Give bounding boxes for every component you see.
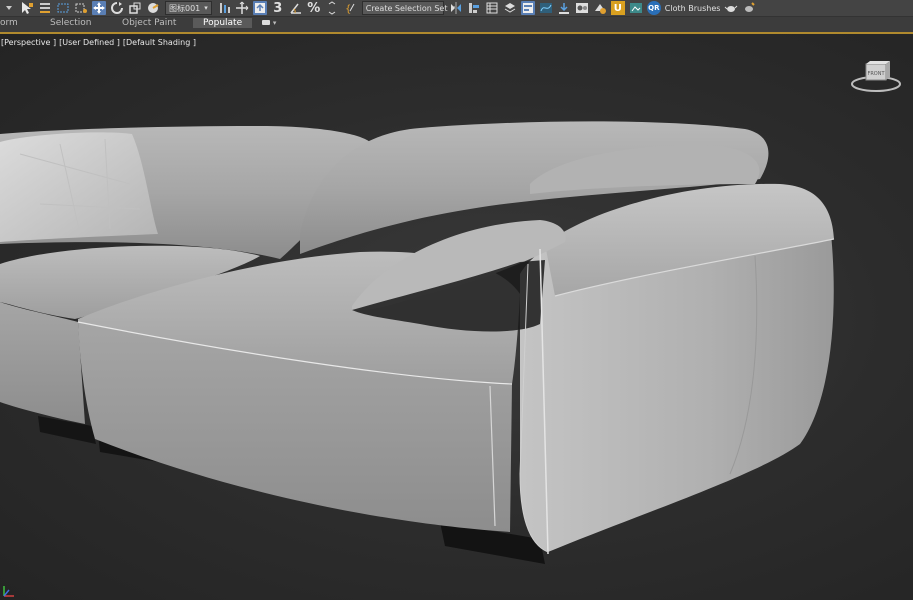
chevron-down-icon: ▾	[272, 19, 277, 27]
render-frame-icon[interactable]	[629, 1, 643, 15]
named-selection-value: 图标001	[169, 3, 201, 13]
chevron-down-icon: ▾	[204, 4, 208, 12]
axis-tripod-icon	[3, 586, 14, 597]
perspective-viewport[interactable]: [Perspective ] [User Defined ] [Default Sh…	[0, 34, 913, 600]
mirror-icon[interactable]	[449, 1, 463, 15]
cloth-brushes-label: Cloth Brushes	[664, 3, 721, 13]
u-plugin-icon[interactable]: U	[610, 1, 625, 15]
angle-snap-icon[interactable]	[289, 1, 303, 15]
render-setup-icon[interactable]	[593, 1, 607, 15]
window-crossing-icon[interactable]	[74, 1, 88, 15]
create-selection-set-label: Create Selection Set	[365, 3, 448, 13]
region-select-icon[interactable]	[56, 1, 70, 15]
scene-explorer-icon[interactable]	[485, 1, 499, 15]
snap-label: 3	[273, 0, 283, 16]
select-object-icon[interactable]	[20, 1, 34, 15]
qr-label: QR	[648, 4, 660, 12]
edit-named-selection-icon[interactable]: {	[343, 1, 357, 15]
select-manipulate-icon[interactable]	[235, 1, 249, 15]
keyboard-shortcut-override-icon[interactable]	[252, 1, 267, 15]
tab-freeform[interactable]: orm	[0, 18, 18, 28]
ribbon-options-button[interactable]: ▾	[262, 18, 276, 28]
u-label: U	[613, 2, 622, 14]
percent-label: %	[307, 0, 321, 16]
teapot-render-icon[interactable]	[724, 1, 738, 15]
create-selection-set-dropdown[interactable]: Create Selection Set▾	[361, 1, 455, 15]
qr-plugin-icon[interactable]: QR	[646, 1, 661, 15]
select-caret[interactable]	[2, 1, 16, 15]
snaps-toggle-icon[interactable]: 3	[271, 0, 285, 16]
ribbon-options-icon	[262, 20, 270, 25]
select-by-name-icon[interactable]	[38, 1, 52, 15]
tab-populate[interactable]: Populate	[193, 18, 253, 28]
layer-explorer-icon[interactable]	[503, 1, 517, 15]
curve-editor-icon[interactable]	[539, 1, 553, 15]
tab-selection[interactable]: Selection	[50, 18, 91, 28]
ribbon-tab-bar: orm Selection Object Paint Populate ▾	[0, 17, 913, 32]
viewcube-face-label[interactable]: FRONT	[867, 71, 885, 77]
cloth-brushes-button[interactable]: Cloth Brushes	[665, 1, 721, 15]
spinner-snap-icon[interactable]	[325, 1, 339, 15]
sofa-model[interactable]	[0, 34, 913, 600]
move-icon[interactable]	[92, 1, 106, 15]
ribbon-toggle-icon[interactable]	[520, 1, 535, 15]
material-editor-icon[interactable]	[575, 1, 589, 15]
reference-coordinate-dropdown[interactable]: 图标001 ▾	[165, 1, 212, 15]
scale-icon[interactable]	[128, 1, 142, 15]
align-icon[interactable]	[467, 1, 481, 15]
active-shade-icon[interactable]	[742, 1, 756, 15]
percent-snap-icon[interactable]: %	[307, 0, 321, 16]
place-icon[interactable]	[146, 1, 160, 15]
rotate-icon[interactable]	[110, 1, 124, 15]
pivot-icon[interactable]	[217, 1, 231, 15]
tab-object-paint[interactable]: Object Paint	[122, 18, 176, 28]
main-toolbar: 图标001▾ 3 % { Create Selection Set▾	[0, 0, 913, 17]
schematic-view-icon[interactable]	[557, 1, 571, 15]
viewcube-icon[interactable]: FRONT	[848, 60, 904, 94]
